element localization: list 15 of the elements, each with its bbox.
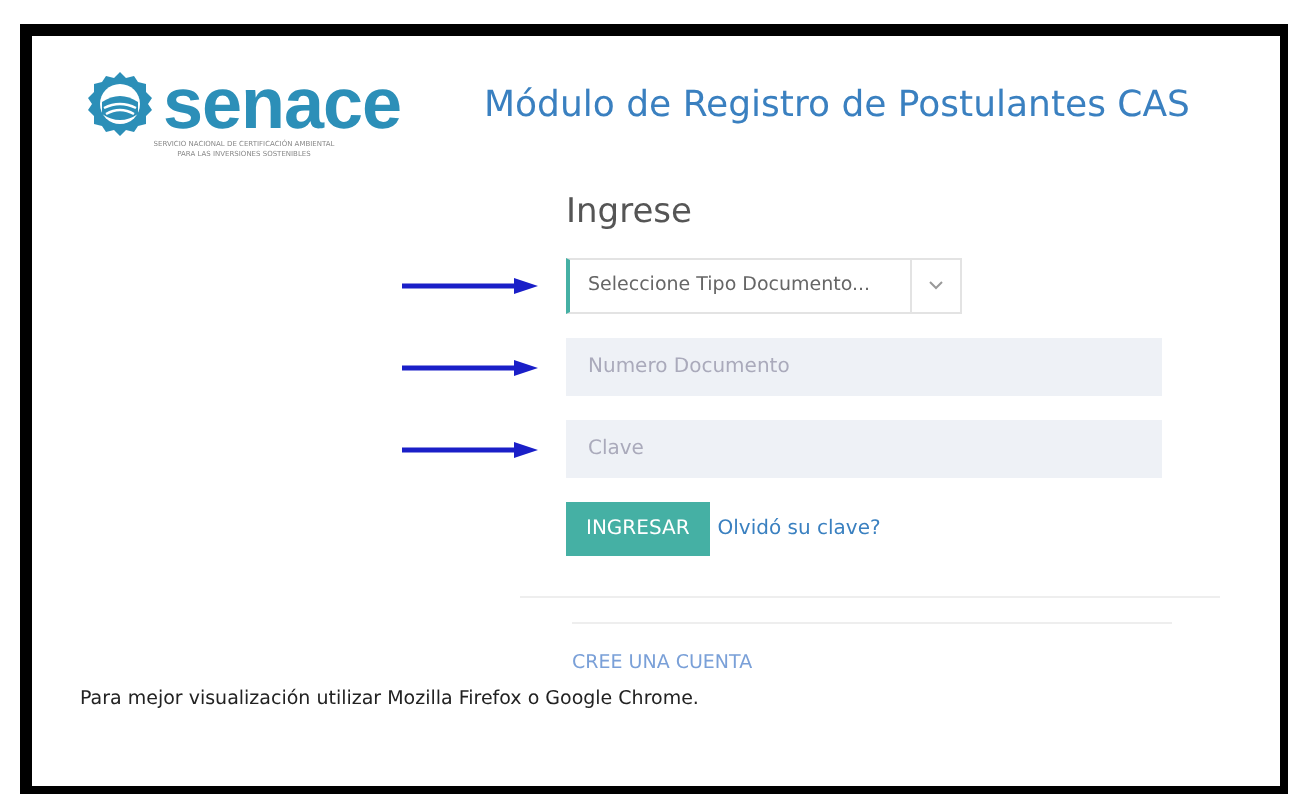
document-number-field[interactable]: Numero Documento (566, 338, 1162, 396)
page-title: Módulo de Registro de Postulantes CAS (484, 84, 1190, 126)
arrow-icon (402, 441, 538, 457)
arrow-icon (402, 277, 538, 293)
create-account-link[interactable]: CREE UNA CUENTA (572, 652, 753, 674)
login-button[interactable]: INGRESAR (566, 502, 710, 556)
browser-note: Para mejor visualización utilizar Mozilla Firefox o Google Chrome. (80, 688, 701, 710)
logo-emblem-icon (86, 70, 155, 138)
arrow-icon (402, 359, 538, 375)
document-type-select[interactable]: Seleccione Tipo Documento... (566, 257, 962, 313)
chevron-down-icon (928, 280, 944, 290)
logo-wordmark: senace (162, 68, 402, 140)
login-heading: Ingrese (566, 192, 694, 232)
password-field[interactable]: Clave (566, 420, 1162, 478)
forgot-password-link[interactable]: Olvidó su clave? (717, 518, 881, 540)
